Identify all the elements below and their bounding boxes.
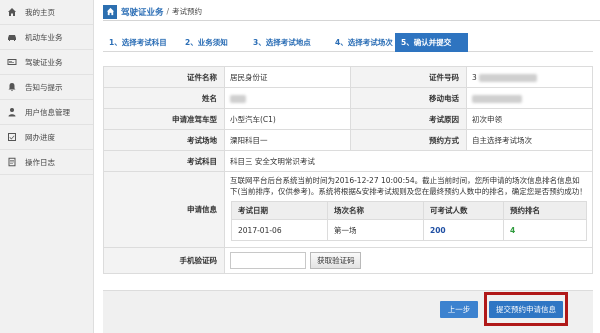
sidebar: 我的主页 机动车业务 驾驶证业务 告知与提示 用户信息管理 网办进度 操作日志 <box>0 0 94 333</box>
sms-code-label: 手机验证码 <box>103 247 225 274</box>
prev-step-button[interactable]: 上一步 <box>440 301 478 318</box>
step-business-notice: 2、业务须知 <box>185 38 228 47</box>
sidebar-item-home[interactable]: 我的主页 <box>0 0 93 25</box>
breadcrumb-separator: / <box>166 7 170 16</box>
step-select-session: 4、选择考试场次 <box>335 38 393 47</box>
apply-info-text: 互联网平台后台系统当前时间为2016-12-27 10:00:54。截止当前时间… <box>230 176 587 196</box>
col-rank: 预约排名 <box>503 201 587 220</box>
name-redacted <box>230 94 246 103</box>
apply-info-cell: 互联网平台后台系统当前时间为2016-12-27 10:00:54。截止当前时间… <box>224 171 593 248</box>
sidebar-item-license[interactable]: 驾驶证业务 <box>0 50 93 75</box>
booking-mode-label: 预约方式 <box>350 129 467 151</box>
session-table: 考试日期 场次名称 可考试人数 预约排名 2017-01-06 第一场 200 … <box>231 201 587 241</box>
phone-redacted <box>472 94 522 103</box>
step-select-venue: 3、选择考试地点 <box>253 38 311 47</box>
vehicle-type-value: 小型汽车(C1) <box>224 108 351 130</box>
sidebar-item-progress[interactable]: 网办进度 <box>0 125 93 150</box>
form-footer: 上一步 提交预约申请信息 <box>103 290 593 333</box>
phone-value <box>466 87 593 109</box>
capacity-cell: 200 <box>423 219 504 241</box>
license-card-icon <box>6 56 18 68</box>
application-form: 证件名称 居民身份证 证件号码 3 姓名 移动电话 申请准驾车型 小型汽车(C1… <box>103 66 593 274</box>
bell-icon <box>6 81 18 93</box>
rank-cell: 4 <box>503 219 587 241</box>
table-row: 2017-01-06 第一场 200 4 <box>231 219 587 241</box>
sidebar-item-vehicle[interactable]: 机动车业务 <box>0 25 93 50</box>
sidebar-item-label: 操作日志 <box>25 157 55 167</box>
sms-code-cell: 获取验证码 <box>224 247 593 274</box>
user-icon <box>6 106 18 118</box>
vehicle-type-label: 申请准驾车型 <box>103 108 225 130</box>
session-name-cell: 第一场 <box>327 219 424 241</box>
id-number-value: 3 <box>466 66 593 88</box>
breadcrumb-page: 考试预约 <box>172 7 203 16</box>
apply-info-label: 申请信息 <box>103 171 225 248</box>
id-number-label: 证件号码 <box>350 66 467 88</box>
step-confirm-submit: 5、确认并提交 <box>395 33 468 52</box>
get-code-button[interactable]: 获取验证码 <box>310 252 362 269</box>
exam-date-cell: 2017-01-06 <box>231 219 328 241</box>
id-type-value: 居民身份证 <box>224 66 351 88</box>
sms-code-input[interactable] <box>230 252 306 269</box>
progress-icon <box>6 131 18 143</box>
sidebar-item-notice[interactable]: 告知与提示 <box>0 75 93 100</box>
phone-label: 移动电话 <box>350 87 467 109</box>
breadcrumb-home-icon[interactable] <box>103 4 117 19</box>
venue-value: 溧阳科目一 <box>224 129 351 151</box>
breadcrumb: 驾驶证业务 / 考试预约 <box>103 3 600 21</box>
car-icon <box>6 31 18 43</box>
sidebar-item-user-info[interactable]: 用户信息管理 <box>0 100 93 125</box>
breadcrumb-section[interactable]: 驾驶证业务 <box>121 6 164 18</box>
submit-highlight-box <box>484 292 568 326</box>
step-progress: 1、选择考试科目 2、业务须知 3、选择考试地点 4、选择考试场次 5、确认并提… <box>103 33 593 52</box>
subject-value: 科目三 安全文明常识考试 <box>224 150 593 172</box>
col-capacity: 可考试人数 <box>423 201 504 220</box>
sidebar-item-label: 驾驶证业务 <box>25 57 63 67</box>
name-label: 姓名 <box>103 87 225 109</box>
id-number-prefix: 3 <box>472 72 477 82</box>
name-value <box>224 87 351 109</box>
sidebar-item-label: 我的主页 <box>25 7 55 17</box>
sidebar-item-label: 机动车业务 <box>25 32 63 42</box>
sidebar-item-label: 告知与提示 <box>25 82 63 92</box>
exam-reason-label: 考试原因 <box>350 108 467 130</box>
sidebar-item-label: 网办进度 <box>25 132 55 142</box>
booking-mode-value: 自主选择考试场次 <box>466 129 593 151</box>
step-select-subject: 1、选择考试科目 <box>109 38 167 47</box>
sidebar-item-label: 用户信息管理 <box>25 107 70 117</box>
log-icon <box>6 156 18 168</box>
sidebar-item-log[interactable]: 操作日志 <box>0 150 93 175</box>
home-icon <box>6 6 18 18</box>
subject-label: 考试科目 <box>103 150 225 172</box>
exam-reason-value: 初次申领 <box>466 108 593 130</box>
col-session-name: 场次名称 <box>327 201 424 220</box>
col-exam-date: 考试日期 <box>231 201 328 220</box>
id-type-label: 证件名称 <box>103 66 225 88</box>
id-number-redacted <box>479 73 538 82</box>
venue-label: 考试场地 <box>103 129 225 151</box>
